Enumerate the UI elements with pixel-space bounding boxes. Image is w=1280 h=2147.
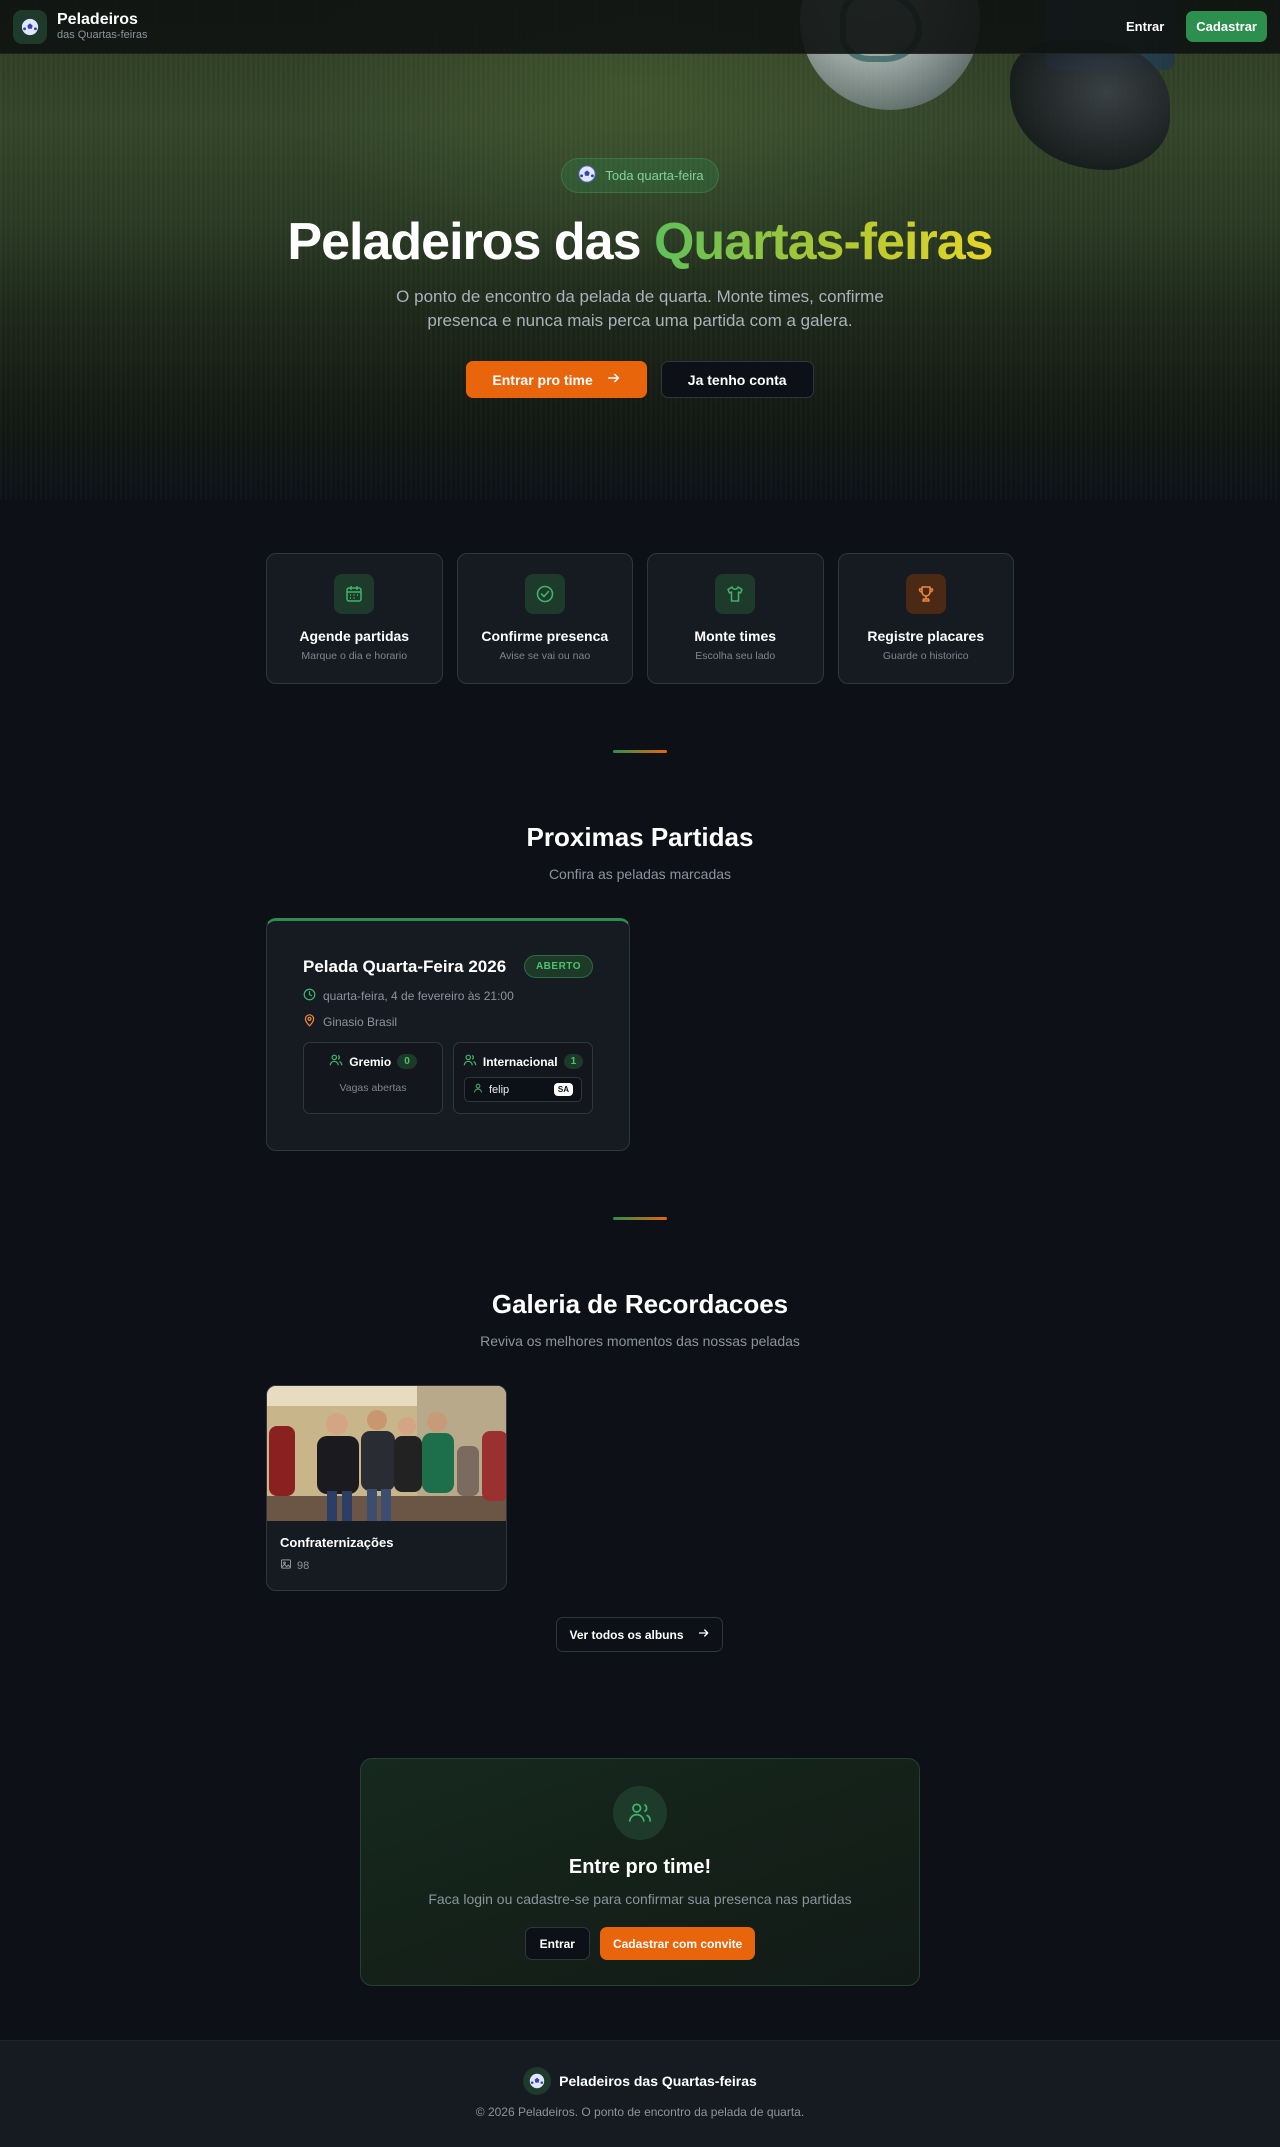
hero-title-accent: Quartas-feiras <box>653 213 994 271</box>
cta-description: Faca login ou cadastre-se para confirmar… <box>428 1891 852 1907</box>
hero-title: Peladeiros das Quartas-feiras <box>0 213 1280 271</box>
team-header: Internacional 1 <box>454 1053 592 1070</box>
arrow-right-icon <box>607 371 621 388</box>
join-team-label: Entrar pro time <box>492 371 593 388</box>
feature-subtitle: Guarde o historico <box>882 650 969 662</box>
team-count: 0 <box>397 1054 417 1069</box>
footer-brand: Peladeiros das Quartas-feiras <box>523 2067 757 2095</box>
join-cta-card: Entre pro time! Faca login ou cadastre-s… <box>360 1758 920 1986</box>
feature-card-schedule: Agende partidas Marque o dia e horario <box>266 553 443 684</box>
album-photo-count: 98 <box>280 1558 506 1573</box>
team-name: Internacional <box>482 1054 558 1069</box>
match-location: Ginasio Brasil <box>303 1014 593 1030</box>
view-all-albums-button[interactable]: Ver todos os albuns <box>556 1617 723 1652</box>
hero-description: O ponto de encontro da pelada de quarta.… <box>396 287 884 330</box>
users-icon <box>613 1786 667 1840</box>
album-card[interactable]: Confraternizações 98 <box>266 1385 507 1591</box>
footer-copyright: © 2026 Peladeiros. O ponto de encontro d… <box>475 2105 805 2119</box>
cta-buttons: Entrar Cadastrar com convite <box>361 1927 919 1960</box>
users-icon <box>463 1053 477 1070</box>
check-circle-icon <box>524 574 565 614</box>
feature-card-confirm: Confirme presenca Avise se vai ou nao <box>456 553 633 684</box>
hero-pill-text: Toda quarta-feira <box>605 168 704 183</box>
brand-subtitle: das Quartas-feiras <box>57 29 148 41</box>
feature-subtitle: Marque o dia e horario <box>301 650 408 662</box>
team-name: Gremio <box>349 1054 392 1069</box>
match-datetime: quarta-feira, 4 de fevereiro às 21:00 <box>303 988 593 1004</box>
feature-subtitle: Escolha seu lado <box>695 650 776 662</box>
hero-buttons: Entrar pro time Ja tenho conta <box>0 361 1280 398</box>
feature-title: Monte times <box>694 628 777 644</box>
nav-actions: Entrar Cadastrar <box>1114 11 1267 42</box>
user-icon <box>473 1083 483 1096</box>
arrow-right-icon <box>698 1627 710 1642</box>
footer-brand-text: Peladeiros das Quartas-feiras <box>559 2073 757 2089</box>
player-tag: SA <box>553 1083 573 1096</box>
teams-row: Gremio 0 Vagas abertas Internacional 1 f… <box>303 1042 593 1114</box>
feature-subtitle: Avise se vai ou nao <box>499 650 591 662</box>
player-name: felip <box>489 1083 510 1096</box>
hero-pill: Toda quarta-feira <box>561 158 719 193</box>
cta-login-button[interactable]: Entrar <box>524 1927 590 1960</box>
matches-subtitle: Confira as peladas marcadas <box>548 866 732 882</box>
map-pin-icon <box>303 1014 316 1030</box>
soccer-ball-icon <box>523 2067 552 2095</box>
team-header: Gremio 0 <box>304 1053 442 1070</box>
login-button[interactable]: Entrar <box>1114 11 1176 42</box>
feature-card-teams: Monte times Escolha seu lado <box>647 553 824 684</box>
hero-section: Toda quarta-feira Peladeiros das Quartas… <box>0 0 1280 500</box>
brand-title: Peladeiros <box>57 11 138 28</box>
join-team-button[interactable]: Entrar pro time <box>466 361 647 398</box>
status-badge: ABERTO <box>523 955 593 978</box>
hero-content: Toda quarta-feira Peladeiros das Quartas… <box>0 158 1280 398</box>
have-account-button[interactable]: Ja tenho conta <box>660 361 814 398</box>
users-icon <box>329 1053 343 1070</box>
brand[interactable]: Peladeiros das Quartas-feiras <box>13 9 147 44</box>
gallery-title: Galeria de Recordacoes <box>491 1289 789 1319</box>
match-title: Pelada Quarta-Feira 2026 <box>303 956 507 976</box>
calendar-icon <box>334 574 375 614</box>
team-card-gremio[interactable]: Gremio 0 Vagas abertas <box>303 1042 443 1114</box>
trophy-icon <box>905 574 946 614</box>
shirt-icon <box>715 574 756 614</box>
soccer-ball-icon <box>578 165 596 186</box>
match-datetime-text: quarta-feira, 4 de fevereiro às 21:00 <box>323 989 514 1003</box>
match-location-text: Ginasio Brasil <box>323 1015 398 1029</box>
feature-card-scores: Registre placares Guarde o historico <box>837 553 1014 684</box>
match-card[interactable]: Pelada Quarta-Feira 2026 ABERTO quarta-f… <box>266 918 630 1151</box>
footer: Peladeiros das Quartas-feiras © 2026 Pel… <box>0 2040 1280 2147</box>
feature-title: Confirme presenca <box>481 628 609 644</box>
gallery-subtitle: Reviva os melhores momentos das nossas p… <box>480 1333 800 1349</box>
hero-title-main: Peladeiros das <box>287 213 654 271</box>
album-cover-photo <box>267 1386 506 1521</box>
feature-title: Registre placares <box>867 628 985 644</box>
image-icon <box>280 1558 292 1573</box>
team-count: 1 <box>563 1054 584 1069</box>
section-divider <box>613 1217 667 1220</box>
open-slots-text: Vagas abertas <box>339 1082 407 1094</box>
soccer-ball-icon <box>13 9 47 44</box>
matches-title: Proximas Partidas <box>526 822 754 852</box>
team-card-internacional[interactable]: Internacional 1 felip SA <box>453 1042 593 1114</box>
section-divider <box>613 750 667 753</box>
album-count-text: 98 <box>297 1559 310 1572</box>
top-nav: Peladeiros das Quartas-feiras Entrar Cad… <box>0 0 1280 54</box>
clock-icon <box>303 988 316 1004</box>
match-header: Pelada Quarta-Feira 2026 ABERTO <box>303 955 593 978</box>
cta-title: Entre pro time! <box>568 1856 712 1878</box>
view-all-albums-label: Ver todos os albuns <box>569 1627 684 1642</box>
features-grid: Agende partidas Marque o dia e horario C… <box>266 553 1014 684</box>
signup-button[interactable]: Cadastrar <box>1186 11 1267 42</box>
player-row[interactable]: felip SA <box>464 1077 582 1102</box>
brand-text: Peladeiros das Quartas-feiras <box>57 11 147 42</box>
cta-signup-invite-button[interactable]: Cadastrar com convite <box>599 1927 756 1960</box>
feature-title: Agende partidas <box>299 628 410 644</box>
album-name: Confraternizações <box>280 1535 394 1550</box>
